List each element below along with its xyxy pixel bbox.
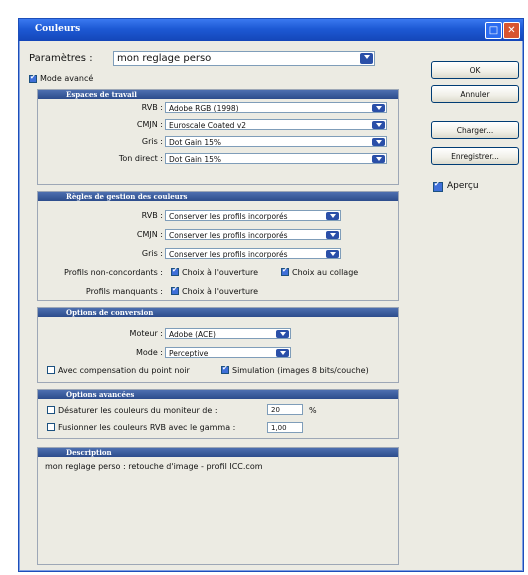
ws-spot-label: Ton direct : (118, 154, 163, 163)
params-label: Paramètres : (29, 53, 93, 64)
advanced-mode-label: Mode avancé (40, 74, 94, 83)
percent-label: % (309, 406, 317, 415)
color-settings-dialog: Couleurs □ ✕ Paramètres : mon reglage pe… (18, 18, 524, 572)
ws-cmyk-label: CMJN : (136, 120, 163, 129)
title-bar[interactable]: Couleurs □ ✕ (19, 19, 523, 41)
pol-rgb-select[interactable]: Conserver les profils incorporés (165, 210, 341, 221)
policies-group: Règles de gestion des couleurs (37, 191, 399, 301)
chevron-down-icon (276, 349, 289, 357)
missing-label: Profils manquants : (85, 287, 163, 296)
policies-header: Règles de gestion des couleurs (38, 192, 398, 201)
dither-label: Simulation (images 8 bits/couche) (232, 366, 369, 375)
pol-gray-label: Gris : (141, 249, 163, 258)
ws-rgb-label: RVB : (141, 103, 163, 112)
ws-gray-value: Dot Gain 15% (169, 138, 221, 147)
pol-rgb-value: Conserver les profils incorporés (169, 212, 288, 221)
description-header: Description (38, 448, 398, 457)
desaturate-label: Désaturer les couleurs du moniteur de : (58, 406, 218, 415)
mismatch-open-label: Choix à l'ouverture (182, 268, 259, 277)
ws-gray-label: Gris : (141, 137, 163, 146)
desaturate-checkbox[interactable] (47, 406, 55, 414)
params-select[interactable]: mon reglage perso (113, 51, 375, 66)
chevron-down-icon (276, 330, 289, 338)
description-text: mon reglage perso : retouche d'image - p… (45, 462, 263, 471)
pol-rgb-label: RVB : (141, 211, 163, 220)
pol-cmyk-label: CMJN : (136, 230, 163, 239)
pol-cmyk-select[interactable]: Conserver les profils incorporés (165, 229, 341, 240)
mismatch-paste-label: Choix au collage (292, 268, 359, 277)
blend-checkbox[interactable] (47, 423, 55, 431)
workspaces-header: Espaces de travail (38, 90, 398, 99)
chevron-down-icon (360, 53, 373, 64)
chevron-down-icon (326, 231, 339, 239)
advanced-header: Options avancées (38, 390, 398, 399)
preview-checkbox[interactable] (433, 180, 443, 192)
bpc-checkbox[interactable] (47, 366, 55, 374)
chevron-down-icon (326, 250, 339, 258)
mismatch-open-checkbox[interactable] (171, 266, 179, 276)
dither-checkbox[interactable] (221, 364, 229, 374)
advanced-mode-checkbox[interactable] (29, 73, 37, 83)
ws-spot-value: Dot Gain 15% (169, 155, 221, 164)
blend-label: Fusionner les couleurs RVB avec le gamma… (58, 423, 236, 432)
chevron-down-icon (372, 155, 385, 163)
mismatch-paste-checkbox[interactable] (281, 266, 289, 276)
ws-rgb-select[interactable]: Adobe RGB (1998) (165, 102, 387, 113)
pol-gray-value: Conserver les profils incorporés (169, 250, 288, 259)
params-value: mon reglage perso (117, 53, 212, 64)
chevron-down-icon (326, 212, 339, 220)
chevron-down-icon (372, 121, 385, 129)
conversion-header: Options de conversion (38, 308, 398, 317)
engine-select[interactable]: Adobe (ACE) (165, 328, 291, 339)
missing-open-label: Choix à l'ouverture (182, 287, 259, 296)
ok-button[interactable]: OK (431, 61, 519, 79)
desaturate-input[interactable]: 20 (267, 404, 303, 415)
window-title: Couleurs (35, 24, 81, 34)
bpc-label: Avec compensation du point noir (58, 366, 190, 375)
cancel-button[interactable]: Annuler (431, 85, 519, 103)
blend-input[interactable]: 1,00 (267, 422, 303, 433)
intent-select[interactable]: Perceptive (165, 347, 291, 358)
ws-cmyk-value: Euroscale Coated v2 (169, 121, 247, 130)
chevron-down-icon (372, 138, 385, 146)
missing-open-checkbox[interactable] (171, 285, 179, 295)
save-button[interactable]: Enregistrer... (431, 147, 519, 165)
mismatch-label: Profils non-concordants : (64, 268, 163, 277)
ws-spot-select[interactable]: Dot Gain 15% (165, 153, 387, 164)
pol-cmyk-value: Conserver les profils incorporés (169, 231, 288, 240)
intent-value: Perceptive (169, 349, 209, 358)
engine-value: Adobe (ACE) (169, 330, 216, 339)
pol-gray-select[interactable]: Conserver les profils incorporés (165, 248, 341, 259)
chevron-down-icon (372, 104, 385, 112)
ws-rgb-value: Adobe RGB (1998) (169, 104, 239, 113)
preview-label: Aperçu (447, 181, 479, 191)
load-button[interactable]: Charger... (431, 121, 519, 139)
maximize-button[interactable]: □ (485, 22, 502, 39)
ws-gray-select[interactable]: Dot Gain 15% (165, 136, 387, 147)
close-button[interactable]: ✕ (503, 22, 520, 39)
engine-label: Moteur : (129, 329, 163, 338)
intent-label: Mode : (135, 348, 163, 357)
ws-cmyk-select[interactable]: Euroscale Coated v2 (165, 119, 387, 130)
